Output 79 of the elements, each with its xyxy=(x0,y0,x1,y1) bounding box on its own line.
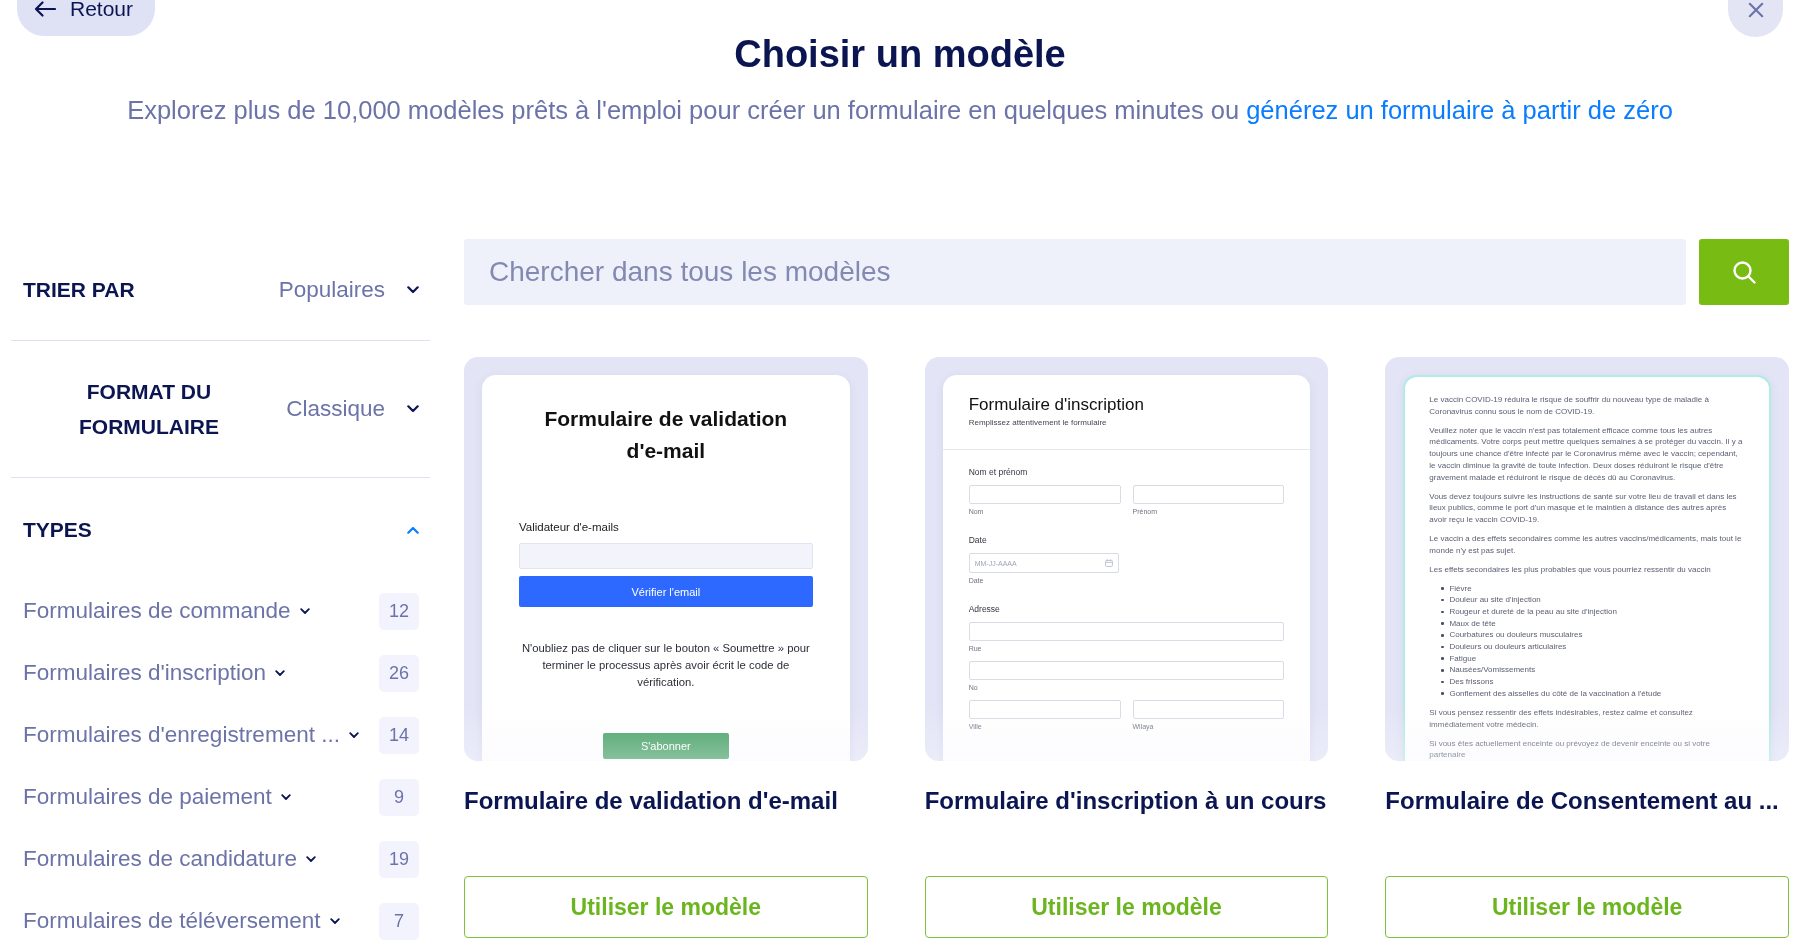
consent-paragraph: Veuillez noter que le vaccin n'est pas totalement efficace comme tous les autres médicaments. Votre corps peut mettre quelques semaines à se protéger du vaccin. Il y a toujours une chance d'être infecté par le Coronavirus même avec le vaccin; cependant, le vaccin diminue la gravité de toute infection. Deux doses réduiront le risque d'être gravement malade et réduiront le risque de décès dû au Coronavirus. xyxy=(1429,424,1743,484)
consent-paragraph: Vous devez toujours suivre les instructions de santé sur votre lieu de travail et dans les lieux publics, comme le port d'un masque et le maintien à distance des autres après avoir reçu le vaccin COVID-19. xyxy=(1429,490,1738,526)
type-link[interactable]: Formulaires de téléversement xyxy=(23,908,321,934)
field-label: Adresse xyxy=(968,604,1001,615)
form-note: N'oubliez pas de cliquer sur le bouton « Soumettre » pour terminer le processus après avoir écrit le code de vérification. xyxy=(520,641,811,690)
form-heading: Formulaire d'inscription xyxy=(968,395,1145,415)
use-template-button[interactable]: Utiliser le modèle xyxy=(464,876,868,938)
consent-paragraph: Si vous pensez ressentir des effets indésirables, restez calme et consultez immédiatement votre médecin. xyxy=(1429,706,1694,731)
list-item: Maux de tête xyxy=(1449,617,1496,630)
format-label: FORMAT DU FORMULAIRE xyxy=(78,379,220,440)
calendar-icon xyxy=(1105,559,1114,567)
chevron-down-icon[interactable] xyxy=(299,607,310,615)
list-item: Rougeur et dureté de la peau au site d'injection xyxy=(1449,606,1617,618)
search-icon xyxy=(1732,260,1756,284)
back-button[interactable]: Retour xyxy=(17,0,156,36)
chevron-down-icon xyxy=(407,405,419,413)
field-label: Validateur d'e-mails xyxy=(519,520,620,535)
sort-label: TRIER PAR xyxy=(23,276,135,303)
sort-dropdown[interactable]: Populaires xyxy=(278,276,419,303)
types-label: TYPES xyxy=(23,517,92,543)
count-badge: 9 xyxy=(379,778,419,816)
bullet-icon xyxy=(1441,692,1444,695)
close-button[interactable] xyxy=(1728,0,1783,37)
chevron-down-icon xyxy=(407,285,419,294)
form-heading: Formulaire de validation d'e-mail xyxy=(543,406,789,464)
list-item: Douleurs ou douleurs articulaires xyxy=(1449,641,1567,653)
template-title: Formulaire d'inscription à un cours xyxy=(924,786,1328,816)
form-subheading: Remplissez attentivement le formulaire xyxy=(968,418,1108,428)
consent-paragraph: Le vaccin a des effets secondaires comme les autres vaccins/médicaments, mais tout le monde n'y est pas sujet. xyxy=(1429,532,1743,557)
bullet-icon xyxy=(1441,633,1444,637)
subtitle: Explorez plus de 10,000 modèles prêts à l'emploi pour créer un formulaire en quelques minutes ou générez un formulaire à partir de zéro xyxy=(126,95,1674,126)
subscribe-button: S'abonner xyxy=(602,733,729,759)
count-badge: 12 xyxy=(378,592,419,630)
list-item: Nausées/Vomissements xyxy=(1449,664,1536,677)
chevron-down-icon[interactable] xyxy=(348,731,359,739)
template-title: Formulaire de Consentement au ... xyxy=(1385,786,1780,816)
chevron-down-icon[interactable] xyxy=(280,793,291,801)
list-item: Douleur au site d'injection xyxy=(1449,594,1541,606)
verify-button: Vérifier l'email xyxy=(519,576,813,607)
use-template-button[interactable]: Utiliser le modèle xyxy=(924,876,1329,938)
use-template-button[interactable]: Utiliser le modèle xyxy=(1385,876,1789,938)
consent-paragraph: Le vaccin COVID-19 réduira le risque de souffrir du nouveau type de maladie à Coronavirus connu sous le nom de COVID-19. xyxy=(1429,394,1710,418)
bullet-icon xyxy=(1441,645,1444,649)
field-label: Date xyxy=(968,535,988,546)
type-link[interactable]: Formulaires de paiement xyxy=(23,784,272,810)
bullet-icon xyxy=(1441,622,1444,625)
consent-paragraph: Les effets secondaires les plus probables que vous pourriez ressentir du vaccin xyxy=(1429,563,1712,576)
chevron-up-icon[interactable] xyxy=(407,526,419,534)
bullet-icon xyxy=(1441,587,1444,590)
template-title: Formulaire de validation d'e-mail xyxy=(464,786,839,816)
chevron-down-icon[interactable] xyxy=(275,669,286,677)
bullet-icon xyxy=(1441,598,1444,602)
consent-paragraph: Si vous êtes actuellement enceinte ou prévoyez de devenir enceinte ou si votre partenaire xyxy=(1429,737,1711,761)
bullet-icon xyxy=(1441,669,1444,672)
generate-link[interactable]: générez un formulaire à partir de zéro xyxy=(1246,96,1673,124)
search-field[interactable]: Chercher dans tous les modèles xyxy=(464,239,1686,305)
count-badge: 7 xyxy=(379,902,419,940)
format-dropdown[interactable]: Classique xyxy=(286,396,419,422)
field-label: Nom et prénom xyxy=(968,467,1029,478)
type-link[interactable]: Formulaires de candidature xyxy=(23,846,297,872)
list-item: Fatigue xyxy=(1449,652,1477,665)
type-link[interactable]: Formulaires de commande xyxy=(23,598,291,624)
list-item: Fièvre xyxy=(1449,582,1472,595)
count-badge: 19 xyxy=(378,840,419,878)
type-link[interactable]: Formulaires d'enregistrement ... xyxy=(23,722,340,748)
chevron-down-icon[interactable] xyxy=(305,855,316,863)
bullet-icon xyxy=(1441,610,1444,614)
chevron-down-icon[interactable] xyxy=(329,917,340,925)
bullet-icon xyxy=(1441,680,1444,684)
list-item: Gonflement des aisselles du côté de la vaccination à l'étude xyxy=(1449,687,1662,700)
count-badge: 14 xyxy=(378,716,419,754)
close-icon xyxy=(1747,1,1764,18)
list-item: Courbatures ou douleurs musculaires xyxy=(1449,629,1583,642)
arrow-left-icon xyxy=(34,1,56,17)
bullet-icon xyxy=(1441,657,1444,660)
list-item: Des frissons xyxy=(1449,676,1494,688)
type-link[interactable]: Formulaires d'inscription xyxy=(23,660,267,686)
page-title: Choisir un modèle xyxy=(734,32,1066,76)
count-badge: 26 xyxy=(378,654,419,692)
